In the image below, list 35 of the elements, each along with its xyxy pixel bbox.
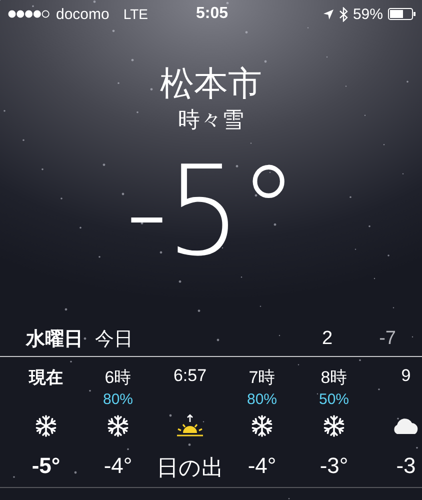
clock-time: 5:05 [196, 5, 228, 23]
snowflake-icon [323, 415, 345, 437]
battery-percent: 59% [352, 6, 383, 22]
hour-temperature: -4° [248, 453, 276, 479]
signal-icon [8, 10, 50, 18]
snowflake-icon [35, 415, 57, 437]
weekday: 水曜日 [26, 328, 83, 352]
precipitation-chance: 80% [246, 391, 278, 409]
hour-label: 現在 [29, 367, 63, 388]
hour-label: 9 [401, 366, 411, 387]
low-temperature: -7 [378, 328, 396, 350]
hour-temperature: 日の出 [156, 454, 224, 482]
weather-condition: 時々雪 [178, 106, 244, 134]
bluetooth-icon [338, 6, 348, 22]
today-label: 今日 [95, 328, 134, 352]
sunrise-icon [176, 414, 204, 438]
snowflake-icon [251, 415, 273, 437]
hour-label: 7時 [248, 367, 276, 388]
hour-temperature: -3 [396, 453, 416, 479]
location-arrow-icon [322, 8, 334, 20]
precipitation-chance: 80% [102, 391, 134, 409]
hour-label: 6:57 [173, 366, 207, 387]
current-temperature: -5° [126, 142, 296, 282]
network-type: LTE [123, 6, 148, 22]
battery-icon [388, 8, 416, 20]
hour-temperature: -4° [104, 453, 132, 479]
hour-label: 8時 [320, 367, 348, 388]
hour-temperature: -3° [320, 453, 348, 479]
hour-label: 6時 [104, 367, 132, 388]
hour-temperature: -5° [32, 453, 60, 479]
high-temperature: 2 [322, 328, 334, 350]
city-name: 松本市 [160, 64, 262, 104]
carrier-name: docomo [56, 6, 110, 22]
snowflake-icon [107, 415, 129, 437]
precipitation-chance: 50% [318, 391, 350, 409]
